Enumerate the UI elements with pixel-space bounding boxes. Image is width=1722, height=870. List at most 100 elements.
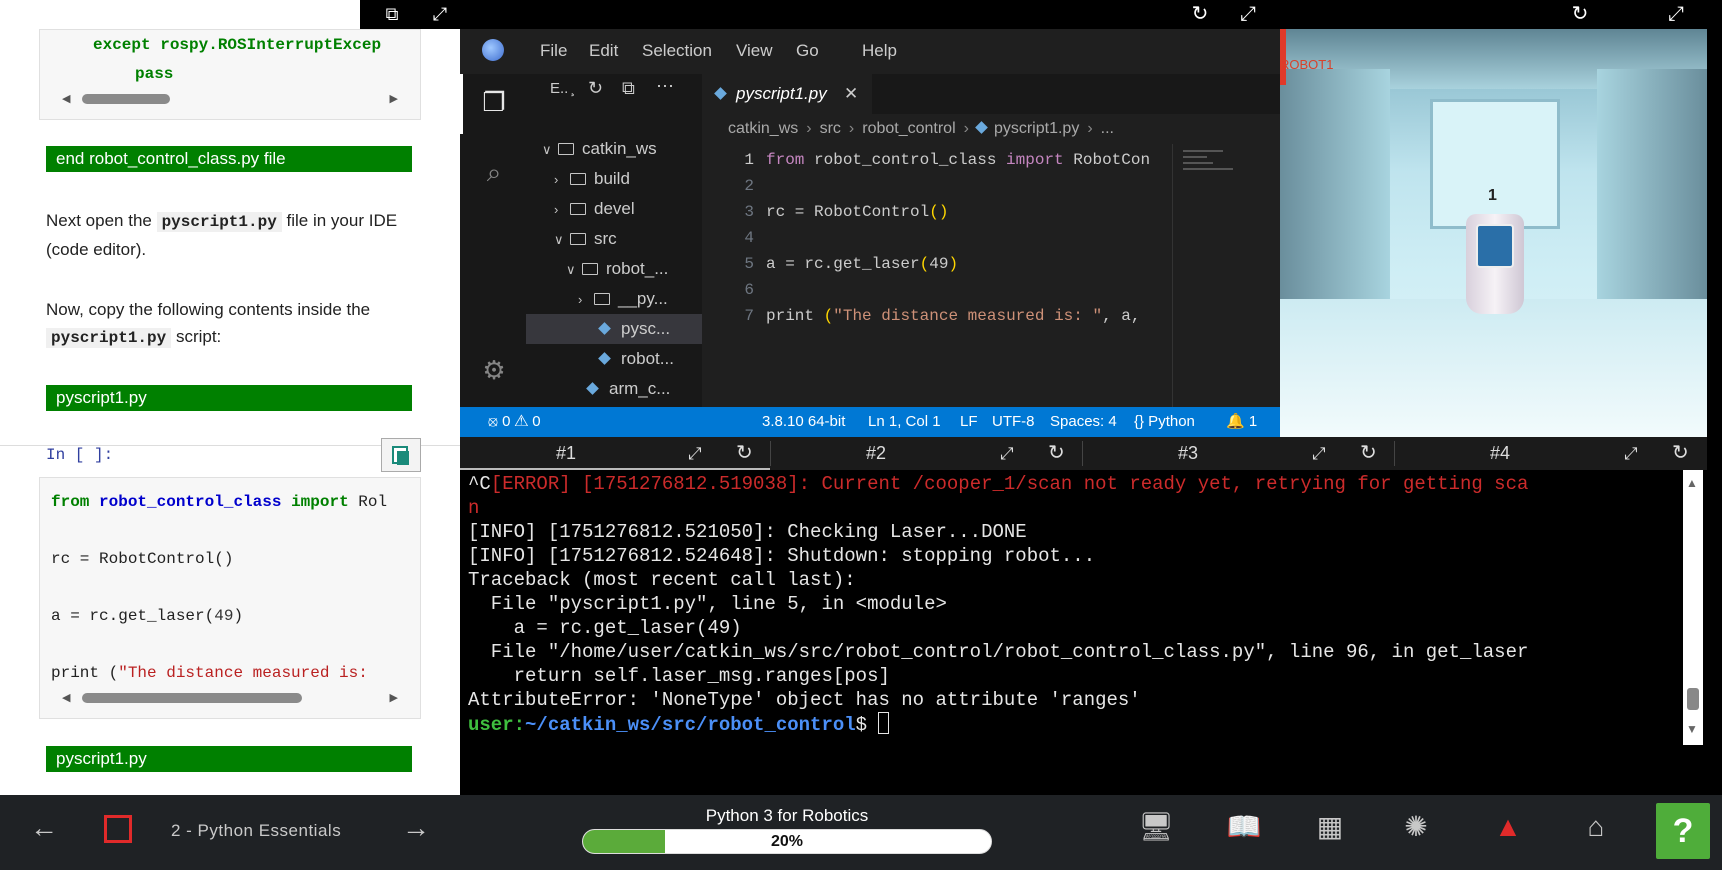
menu-go[interactable]: Go <box>796 41 819 61</box>
chevron-right-icon: › <box>554 202 559 217</box>
reset-icon[interactable]: ↻ <box>736 437 753 470</box>
problems-status[interactable]: ⦻ 0 ⚠ 0 <box>488 407 541 437</box>
tab-bar: pyscript1.py ✕ <box>702 74 1280 114</box>
scroll-down-icon[interactable]: ▼ <box>1686 722 1698 736</box>
scroll-left-icon[interactable]: ◀ <box>62 92 70 106</box>
expand-icon[interactable]: ⤢ <box>1000 437 1014 470</box>
menu-edit[interactable]: Edit <box>589 41 618 61</box>
close-icon[interactable]: ✕ <box>844 74 858 114</box>
reset-ide-icon[interactable]: ↻ <box>1187 1 1213 27</box>
explorer-title: E.. ̧ <box>550 80 573 97</box>
editor-pane[interactable]: pyscript1.py ✕ catkin_ws › src › robot_contr… <box>702 74 1280 407</box>
reset-icon[interactable]: ↻ <box>1360 437 1377 470</box>
tree-file-robot-control-class[interactable]: robot... <box>526 344 702 374</box>
stop-button[interactable] <box>104 815 132 843</box>
tree-folder-build[interactable]: › build <box>526 164 702 194</box>
scroll-right-icon[interactable]: ▶ <box>390 92 398 106</box>
terminal-tab-4[interactable]: #4 <box>1490 437 1510 470</box>
breadcrumb-item[interactable]: pyscript1.py <box>994 120 1079 137</box>
desktop-icon[interactable]: 🖥 <box>1138 807 1174 847</box>
menu-file[interactable]: File <box>540 41 567 61</box>
arrow-left-icon[interactable]: ← <box>26 808 62 848</box>
robot-label: ROBOT1 <box>1280 57 1334 72</box>
simulation-view[interactable]: ROBOT1 1 <box>1280 29 1707 437</box>
menu-selection[interactable]: Selection <box>642 41 712 61</box>
tree-folder-catkin-ws[interactable]: ∨ catkin_ws <box>526 134 702 164</box>
refresh-icon[interactable]: ↻ <box>588 78 603 99</box>
chapter-label[interactable]: 2 - Python Essentials <box>171 821 341 841</box>
terminal-prompt[interactable]: user:~/catkin_ws/src/robot_control$ <box>468 712 890 737</box>
reset-icon[interactable]: ↻ <box>1048 437 1065 470</box>
cursor-position[interactable]: Ln 1, Col 1 <box>868 407 941 437</box>
expand-icon[interactable]: ⤢ <box>1624 437 1638 470</box>
active-indicator <box>460 74 463 134</box>
terminal-tab-2[interactable]: #2 <box>866 437 886 470</box>
open-external-icon[interactable]: ⧉ <box>380 2 404 26</box>
explorer-icon[interactable]: ❐ <box>478 86 510 118</box>
home-icon[interactable]: ⌂ <box>1578 807 1614 847</box>
tree-label: build <box>594 169 630 188</box>
reset-icon[interactable]: ↻ <box>1672 437 1689 470</box>
tree-file-arm-control[interactable]: arm_c... <box>526 374 702 404</box>
expand-ide-icon[interactable]: ⤢ <box>1235 1 1261 27</box>
breadcrumb-item[interactable]: robot_control <box>862 120 955 137</box>
terminal-tab-3[interactable]: #3 <box>1178 437 1198 470</box>
breadcrumb-item[interactable]: src <box>820 120 841 137</box>
encoding[interactable]: UTF-8 <box>992 407 1035 437</box>
dashboard-grid-icon[interactable]: ▦ <box>1312 807 1348 847</box>
folder-icon <box>582 263 598 275</box>
scroll-right-icon[interactable]: ▶ <box>390 691 398 705</box>
folder-icon <box>570 233 586 245</box>
reset-sim-icon[interactable]: ↻ <box>1567 1 1593 27</box>
menu-help[interactable]: Help <box>862 41 897 61</box>
horizontal-scrollbar[interactable]: ◀ ▶ <box>62 691 398 705</box>
arrow-right-icon[interactable]: → <box>398 808 434 848</box>
terminal-scrollbar[interactable]: ▲ ▼ <box>1683 470 1703 745</box>
tree-folder-src[interactable]: ∨ src <box>526 224 702 254</box>
tree-file-pyscript1[interactable]: pysc... <box>526 314 702 344</box>
settings-gear-icon[interactable]: ⚙ <box>478 354 510 386</box>
terminal-tab-1[interactable]: #1 <box>556 437 576 470</box>
code-cell-previous[interactable]: except rospy.ROSInterruptExcep pass ◀ ▶ <box>39 29 421 120</box>
file-explorer: E.. ̧ ↻ ⧉ ⋯ ∨ catkin_ws › build › devel ∨ sr… <box>526 74 702 407</box>
collapse-icon[interactable]: ⧉ <box>622 78 635 99</box>
scroll-left-icon[interactable]: ◀ <box>62 691 70 705</box>
tree-folder-pycache[interactable]: › __py... <box>526 284 702 314</box>
warning-icon[interactable]: ▲ <box>1490 807 1526 847</box>
tree-label: devel <box>594 199 635 218</box>
scroll-thumb[interactable] <box>82 693 302 703</box>
fullscreen-sim-icon[interactable]: ⤢ <box>1663 1 1689 27</box>
more-icon[interactable]: ⋯ <box>656 76 674 97</box>
horizontal-scrollbar[interactable]: ◀ ▶ <box>62 92 398 106</box>
string: "The distance measured is: <box>118 664 378 682</box>
notifications-bell-icon[interactable]: 🔔 1 <box>1226 407 1257 437</box>
code-text: a = rc.get_laser( <box>51 607 215 625</box>
paren: ( <box>919 255 930 273</box>
code-cell[interactable]: from robot_control_class import Rol rc =… <box>39 477 421 719</box>
scroll-thumb[interactable] <box>1687 688 1699 710</box>
expand-icon[interactable]: ⤢ <box>428 2 452 26</box>
ai-assistant-icon[interactable]: ✺ <box>1398 807 1434 847</box>
tree-folder-robot-control[interactable]: ∨ robot_... <box>526 254 702 284</box>
copy-button[interactable] <box>381 438 421 472</box>
code-content: print ("The distance measured is: ", a, <box>766 303 1140 329</box>
breadcrumb-item[interactable]: catkin_ws <box>728 120 798 137</box>
language-mode[interactable]: {} Python <box>1134 407 1195 437</box>
menu-view[interactable]: View <box>736 41 773 61</box>
expand-icon[interactable]: ⤢ <box>1312 437 1326 470</box>
breadcrumb-item[interactable]: ... <box>1101 120 1114 137</box>
notebook-book-icon[interactable]: 📖 <box>1226 807 1262 847</box>
scroll-up-icon[interactable]: ▲ <box>1686 476 1698 490</box>
help-button[interactable]: ? <box>1656 803 1710 859</box>
scroll-thumb[interactable] <box>82 94 170 104</box>
line-ending[interactable]: LF <box>960 407 978 437</box>
indentation[interactable]: Spaces: 4 <box>1050 407 1117 437</box>
minimap[interactable] <box>1172 144 1280 407</box>
tab-pyscript1[interactable]: pyscript1.py ✕ <box>702 74 872 114</box>
terminal-output[interactable]: ^C[ERROR] [1751276812.519038]: Current /… <box>460 470 1707 795</box>
inline-code: pyscript1.py <box>156 212 282 232</box>
python-interpreter[interactable]: 3.8.10 64-bit <box>762 407 845 437</box>
tree-folder-devel[interactable]: › devel <box>526 194 702 224</box>
search-icon[interactable]: ⌕ <box>478 156 510 188</box>
expand-icon[interactable]: ⤢ <box>688 437 702 470</box>
